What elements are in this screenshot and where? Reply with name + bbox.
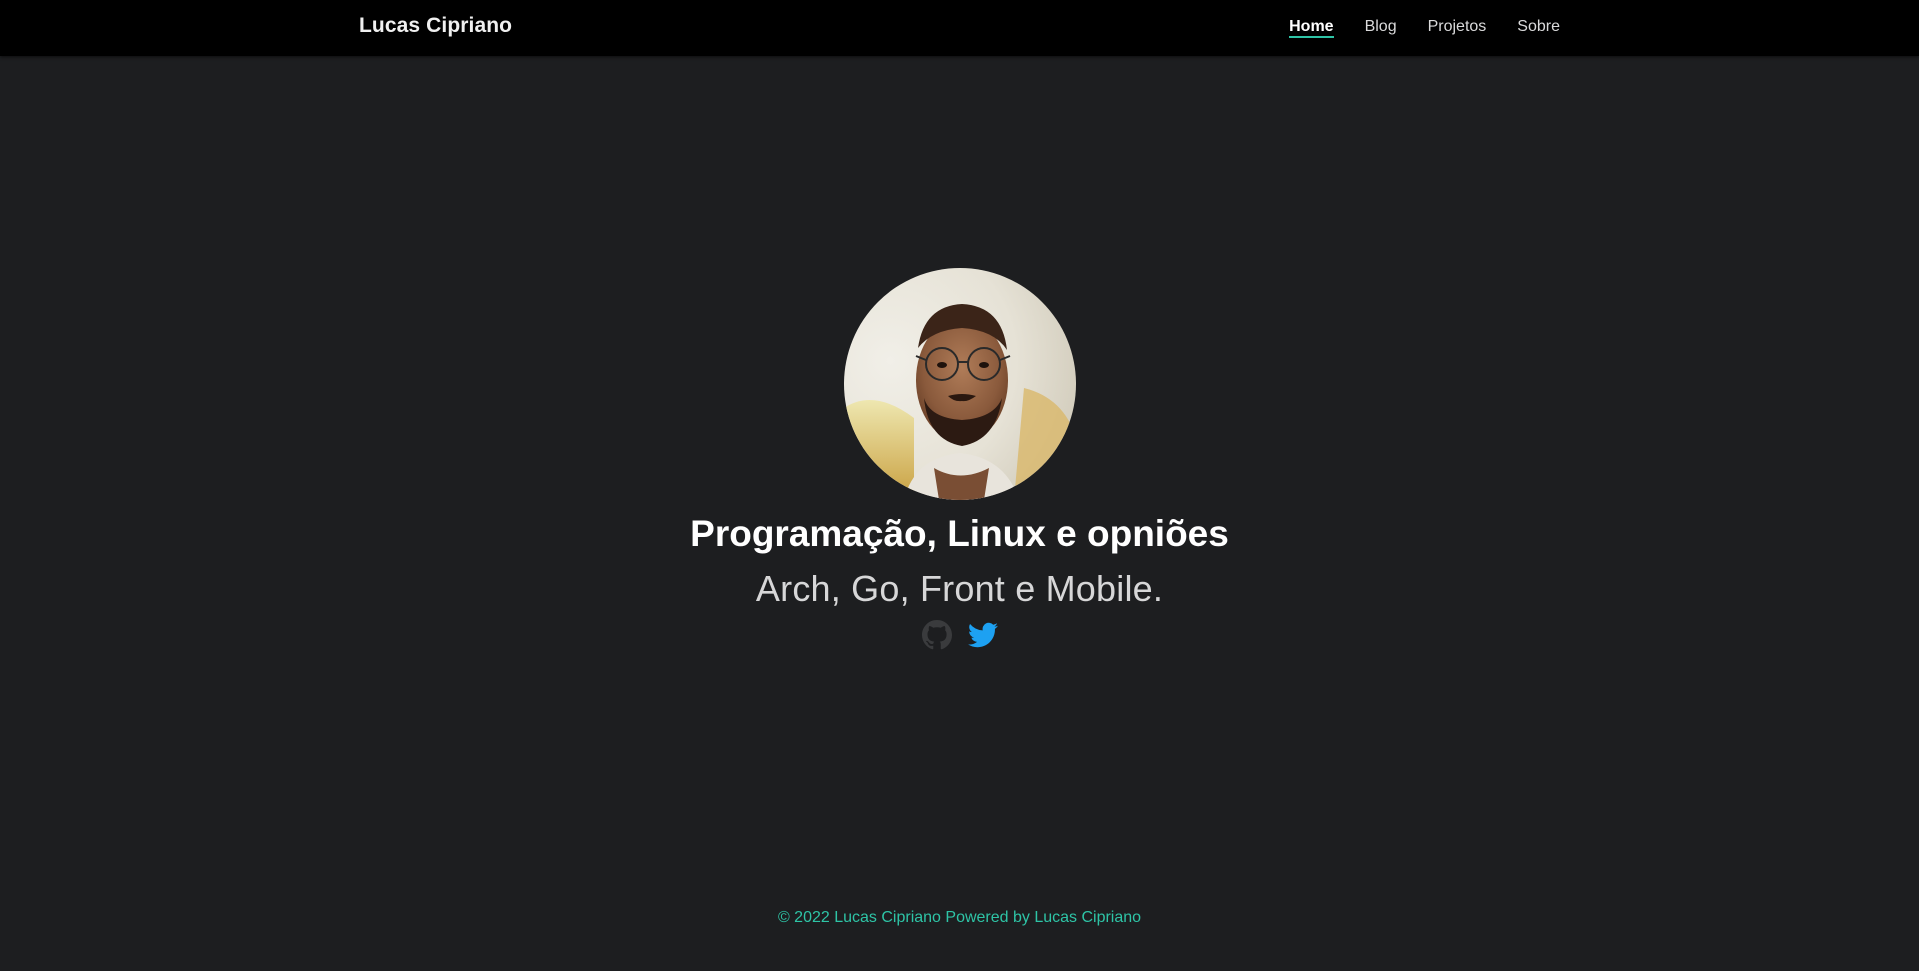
nav-menu: Home Blog Projetos Sobre — [1289, 17, 1560, 38]
nav-item-home: Home — [1289, 17, 1334, 38]
nav-item-projetos: Projetos — [1428, 17, 1487, 37]
nav-link-sobre[interactable]: Sobre — [1517, 18, 1560, 35]
top-navbar: Lucas Cipriano Home Blog Projetos Sobre — [0, 0, 1919, 56]
github-link[interactable] — [921, 620, 952, 650]
footer-powered-by-link[interactable]: Powered by Lucas Cipriano — [945, 909, 1141, 926]
site-footer: © 2022 Lucas Cipriano Powered by Lucas C… — [0, 909, 1919, 927]
hero-subtitle: Arch, Go, Front e Mobile. — [755, 568, 1164, 609]
site-brand-link[interactable]: Lucas Cipriano — [359, 14, 512, 38]
hero-section: Programação, Linux e opniões Arch, Go, F… — [0, 268, 1919, 650]
nav-item-sobre: Sobre — [1517, 17, 1560, 37]
hero-title: Programação, Linux e opniões — [690, 513, 1229, 554]
nav-link-home[interactable]: Home — [1289, 18, 1334, 38]
nav-link-projetos[interactable]: Projetos — [1428, 18, 1487, 35]
twitter-icon — [967, 622, 998, 648]
nav-item-blog: Blog — [1365, 17, 1397, 37]
social-links — [0, 620, 1919, 650]
twitter-link[interactable] — [967, 620, 998, 650]
footer-copyright: © 2022 Lucas Cipriano — [777, 909, 941, 926]
nav-link-blog[interactable]: Blog — [1365, 18, 1397, 35]
github-icon — [921, 620, 952, 650]
profile-avatar — [843, 268, 1076, 500]
